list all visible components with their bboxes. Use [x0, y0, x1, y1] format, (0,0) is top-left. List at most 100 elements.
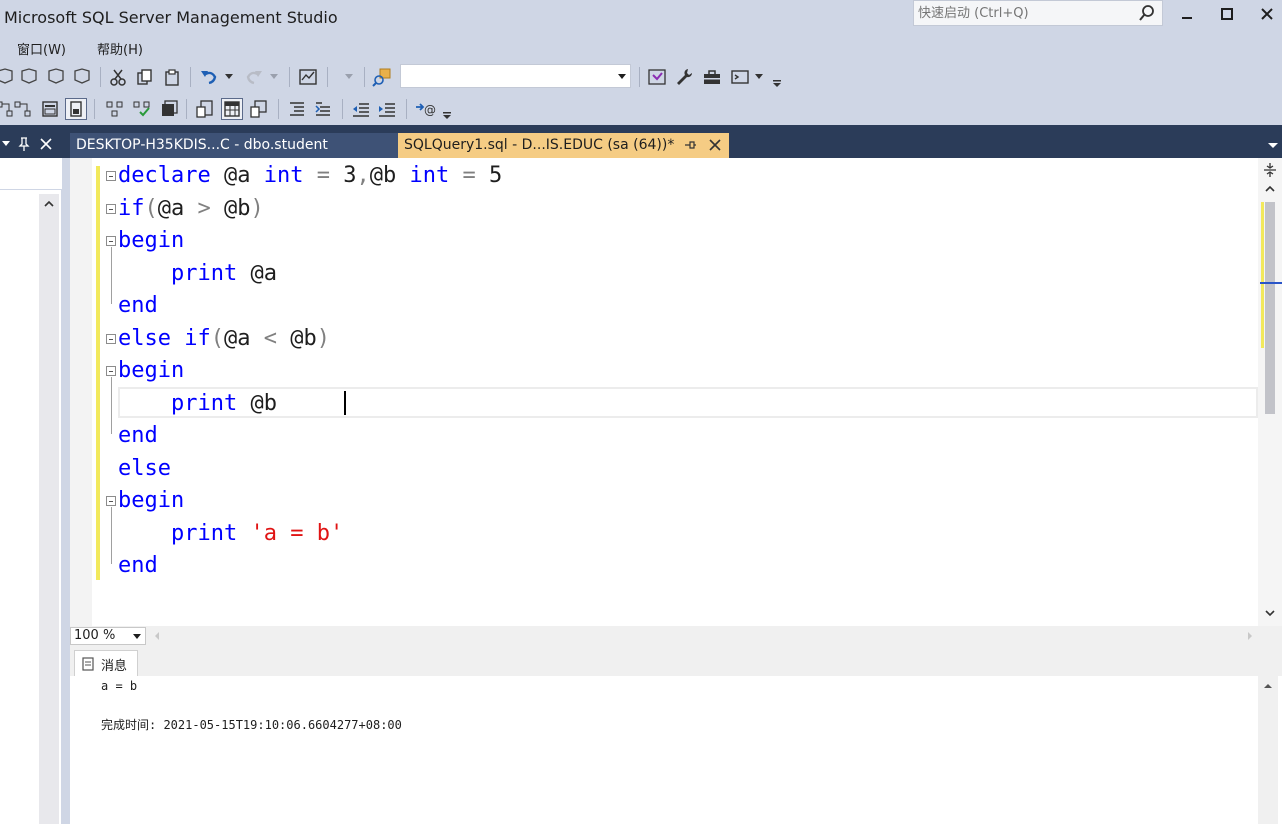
solution-config-dropdown[interactable]	[340, 66, 358, 88]
command-dropdown-icon[interactable]	[752, 66, 766, 88]
query-options-icon[interactable]	[158, 98, 180, 120]
scroll-right-icon[interactable]	[1246, 631, 1254, 641]
menu-help[interactable]: 帮助(H)	[97, 39, 143, 58]
zoom-select[interactable]: 100 %	[70, 627, 146, 645]
code-token: @a	[250, 260, 277, 286]
scrollbar-thumb[interactable]	[1265, 202, 1275, 414]
scroll-left-icon[interactable]	[153, 631, 161, 641]
code-line[interactable]: end	[118, 420, 502, 453]
scroll-up-icon[interactable]	[44, 200, 54, 207]
query-editor[interactable]: declare @a int = 3,@b int = 5 if(@a > @b)…	[70, 158, 1282, 626]
code-line[interactable]: if(@a > @b)	[106, 193, 502, 226]
minimize-icon	[1182, 17, 1192, 19]
collapse-icon[interactable]	[106, 171, 116, 181]
maximize-button[interactable]	[1212, 2, 1242, 26]
find-in-files-icon[interactable]	[371, 66, 393, 88]
keyword-token: begin	[118, 488, 185, 513]
wrench-icon[interactable]	[673, 66, 695, 88]
tab-list-dropdown-icon[interactable]	[1268, 143, 1278, 149]
editor-vertical-scrollbar[interactable]	[1258, 158, 1282, 626]
copy-icon[interactable]	[134, 66, 156, 88]
code-line[interactable]: end	[118, 290, 502, 323]
search-icon[interactable]	[1138, 3, 1156, 23]
specify-template-values-icon[interactable]: @	[415, 98, 437, 120]
redo-dropdown-icon[interactable]	[267, 66, 281, 88]
code-line[interactable]: print 'a = b'	[118, 518, 502, 551]
split-editor-icon[interactable]	[1263, 162, 1277, 178]
code-line[interactable]: begin	[106, 225, 502, 258]
paste-icon[interactable]	[161, 66, 183, 88]
undo-dropdown-icon[interactable]	[222, 66, 236, 88]
include-plan-icon[interactable]	[104, 98, 126, 120]
scroll-up-icon[interactable]	[1265, 185, 1275, 192]
results-to-grid-icon[interactable]	[39, 98, 61, 120]
quick-launch-input[interactable]	[918, 4, 1138, 23]
messages-pane[interactable]: a = b 完成时间: 2021-05-15T19:10:06.6604277+…	[70, 676, 1282, 824]
dmx-icon[interactable]	[18, 66, 40, 88]
uncomment-icon[interactable]	[312, 98, 334, 120]
pin-icon[interactable]	[18, 137, 30, 151]
collapse-icon[interactable]	[106, 203, 116, 214]
cut-icon[interactable]	[107, 66, 129, 88]
code-line[interactable]: print @b	[118, 388, 502, 421]
quick-launch-box[interactable]	[913, 0, 1163, 26]
scroll-up-icon[interactable]	[1263, 682, 1273, 689]
pin-icon[interactable]	[684, 139, 696, 151]
app-title: Microsoft SQL Server Management Studio	[4, 8, 338, 27]
code-line[interactable]: begin	[106, 485, 502, 518]
comment-icon[interactable]	[286, 98, 308, 120]
results-to-text-icon[interactable]	[65, 98, 87, 120]
command-window-icon[interactable]	[729, 66, 751, 88]
close-window-button[interactable]	[1252, 2, 1282, 26]
code-line[interactable]: else if(@a < @b)	[106, 323, 502, 356]
database-combo[interactable]	[400, 64, 631, 88]
toolbar-overflow-icon[interactable]	[440, 105, 454, 127]
toolbar-overflow-icon[interactable]	[770, 73, 784, 95]
tab-messages[interactable]: 消息	[74, 650, 138, 676]
tab-dbo-student[interactable]: DESKTOP-H35KDIS...C - dbo.student	[70, 133, 398, 158]
chevron-down-icon[interactable]	[2, 141, 10, 147]
collapse-icon[interactable]	[106, 366, 116, 376]
code-line[interactable]: begin	[106, 355, 502, 388]
object-explorer-scrollbar[interactable]	[39, 194, 59, 824]
toolbar-separator	[342, 99, 343, 119]
minimize-button[interactable]	[1172, 2, 1202, 26]
title-bar: Microsoft SQL Server Management Studio	[0, 0, 1282, 34]
increase-indent-icon[interactable]	[376, 98, 398, 120]
visual-studio-icon[interactable]	[646, 66, 668, 88]
close-icon[interactable]	[40, 138, 52, 150]
decrease-indent-icon[interactable]	[350, 98, 372, 120]
keyword-token: end	[118, 293, 158, 318]
code-line[interactable]: print @a	[118, 258, 502, 291]
xmla-icon[interactable]	[45, 66, 67, 88]
sql-editor-toolbar: @	[0, 93, 1282, 125]
tab-sqlquery1[interactable]: SQLQuery1.sql - D...IS.EDUC (sa (64))*	[398, 133, 729, 158]
toolbox-icon[interactable]	[701, 66, 723, 88]
code-line[interactable]: declare @a int = 3,@b int = 5	[106, 160, 502, 193]
code-line[interactable]: else	[118, 453, 502, 486]
activity-monitor-icon[interactable]	[297, 66, 319, 88]
code-area[interactable]: declare @a int = 3,@b int = 5 if(@a > @b)…	[106, 160, 502, 583]
collapse-icon[interactable]	[106, 236, 116, 246]
results-grid-icon[interactable]	[221, 98, 243, 120]
code-line[interactable]: end	[118, 550, 502, 583]
collapse-icon[interactable]	[106, 333, 116, 344]
messages-vertical-scrollbar[interactable]	[1258, 676, 1278, 824]
collapse-icon[interactable]	[106, 496, 116, 506]
menu-window[interactable]: 窗口(W)	[17, 39, 66, 58]
results-to-file-icon[interactable]	[248, 98, 270, 120]
operator-token: )	[316, 325, 330, 351]
display-plan-icon[interactable]	[194, 98, 216, 120]
dmx-query-icon[interactable]	[0, 66, 16, 88]
undo-icon[interactable]	[198, 66, 220, 88]
toolbar-separator	[327, 67, 328, 87]
fold-guide-line	[111, 377, 112, 434]
change-connection-icon[interactable]	[12, 98, 34, 120]
client-statistics-icon[interactable]	[131, 98, 153, 120]
dax-icon[interactable]	[71, 66, 93, 88]
redo-icon[interactable]	[243, 66, 265, 88]
close-tab-icon[interactable]	[709, 139, 721, 151]
scroll-down-icon[interactable]	[1265, 610, 1275, 617]
